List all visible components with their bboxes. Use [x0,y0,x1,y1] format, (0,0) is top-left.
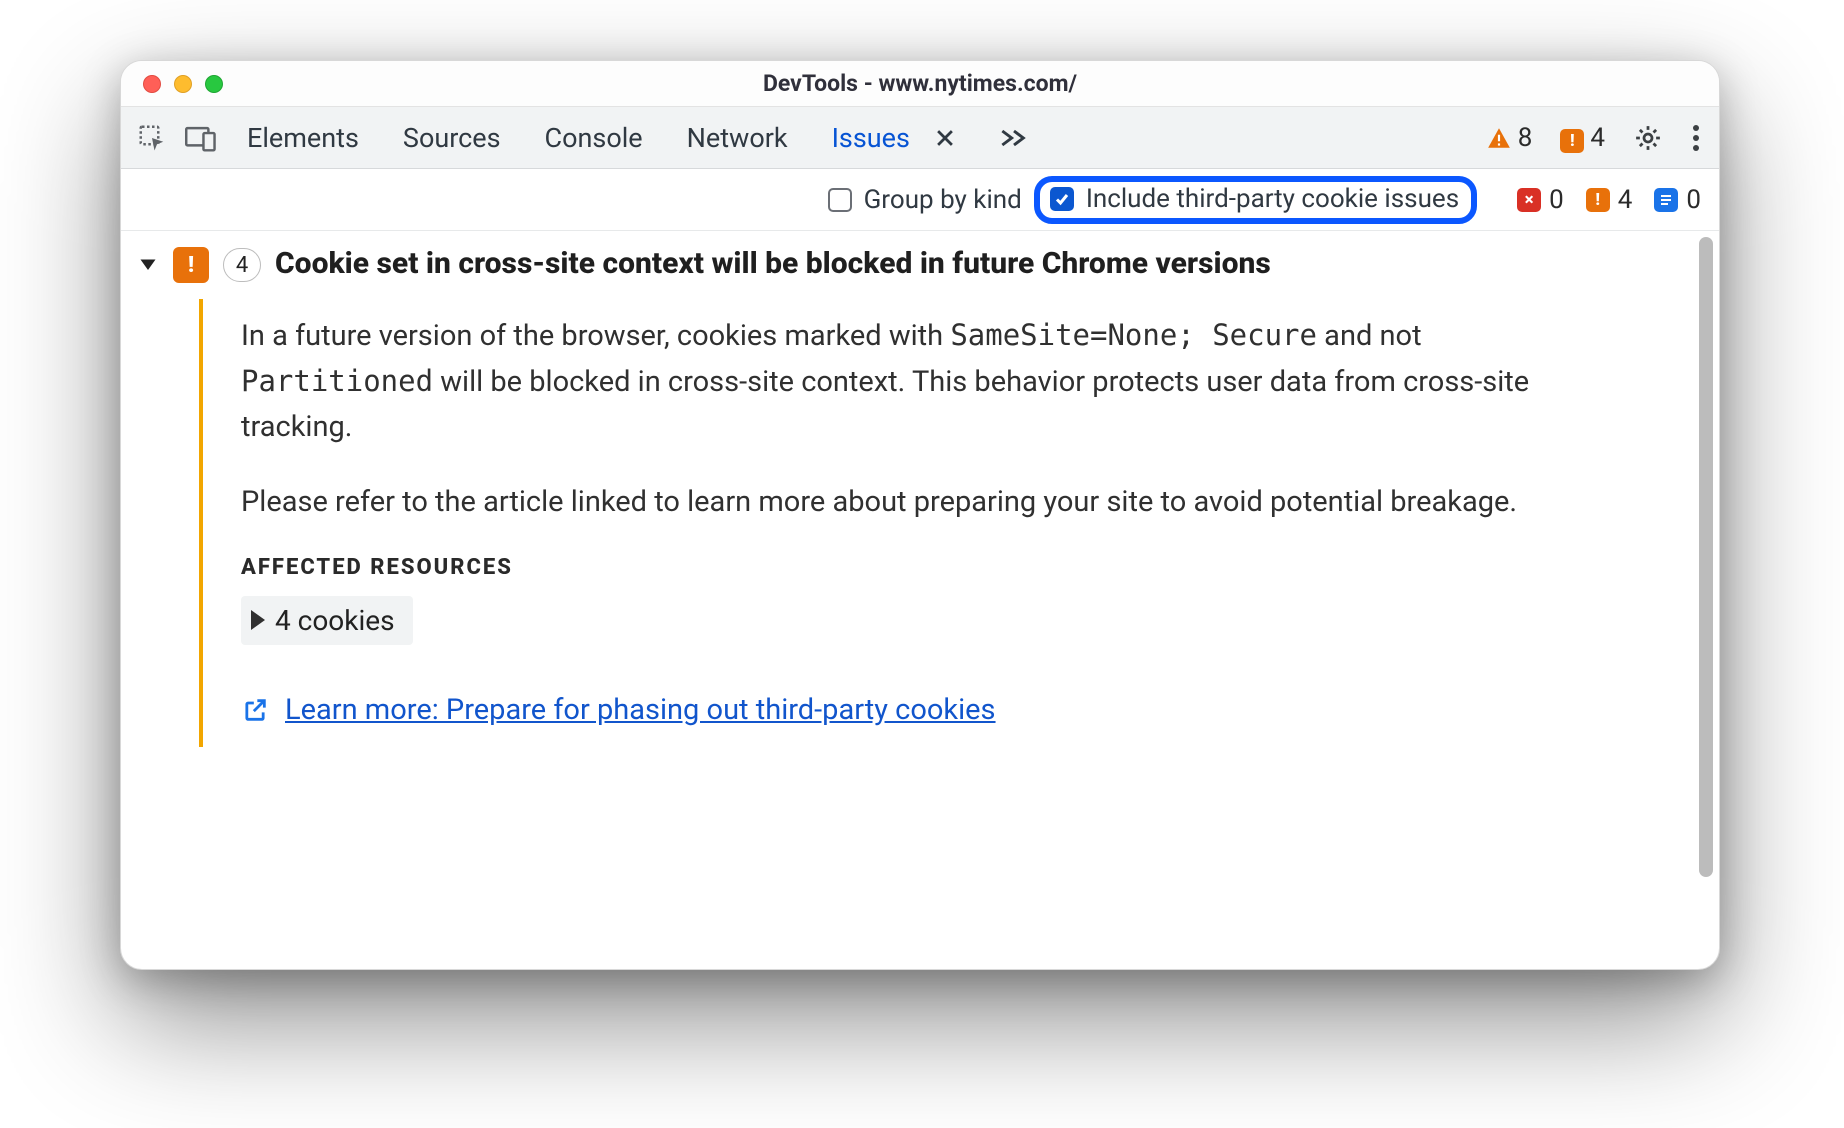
issues-filter-bar: Group by kind Include third-party cookie… [121,169,1719,231]
checkbox-icon [828,188,852,212]
more-menu-icon[interactable] [1691,123,1701,153]
learn-more-link[interactable]: Learn more: Prepare for phasing out thir… [285,693,996,727]
breaking-warnings-number: 4 [1618,185,1633,215]
affected-resources-toggle[interactable]: 4 cookies [241,596,413,645]
code-partitioned: Partitioned [241,364,433,398]
group-by-kind-checkbox[interactable]: Group by kind [828,185,1022,215]
hidden-errors-number: 0 [1549,185,1564,215]
info-count[interactable]: 0 [1654,185,1701,215]
error-square-icon: × [1517,188,1541,212]
disclosure-triangle-icon[interactable] [139,255,159,275]
issues-count: 4 [1590,123,1605,153]
window-title: DevTools - www.nytimes.com/ [121,70,1719,97]
devtools-window: DevTools - www.nytimes.com/ [120,60,1720,970]
tab-console[interactable]: Console [545,122,643,154]
breaking-warnings-count[interactable]: ! 4 [1586,185,1633,215]
affected-resources-header: AFFECTED RESOURCES [241,555,1695,580]
close-tab-icon[interactable] [934,127,956,149]
group-by-kind-label: Group by kind [864,185,1022,215]
tab-network[interactable]: Network [687,122,788,154]
tab-sources[interactable]: Sources [403,122,501,154]
issue-description-1: In a future version of the browser, cook… [241,313,1561,450]
expand-triangle-icon [251,610,265,630]
issues-count-badge[interactable]: ! 4 [1560,123,1605,153]
window-titlebar: DevTools - www.nytimes.com/ [121,61,1719,107]
info-square-icon [1654,188,1678,212]
devtools-toolbar: Elements Sources Console Network Issues … [121,107,1719,169]
issue-occurrence-count: 4 [223,248,261,282]
minimize-window-button[interactable] [174,75,192,93]
severity-warning-icon: ! [173,247,209,283]
close-window-button[interactable] [143,75,161,93]
tab-elements[interactable]: Elements [247,122,359,154]
traffic-lights [121,75,223,93]
text-segment: In a future version of the browser, cook… [241,319,950,353]
issue-title: Cookie set in cross-site context will be… [275,245,1271,283]
warning-square-icon: ! [1586,188,1610,212]
errors-count-badge[interactable]: 8 [1486,123,1533,153]
include-third-party-checkbox[interactable]: Include third-party cookie issues [1050,184,1459,214]
tab-issues[interactable]: Issues [832,122,910,154]
issue-header-row[interactable]: ! 4 Cookie set in cross-site context wil… [121,231,1719,289]
issues-panel-body: ! 4 Cookie set in cross-site context wil… [121,231,1719,969]
device-toolbar-icon[interactable] [185,123,217,153]
text-segment: and not [1317,319,1422,353]
hidden-errors-count[interactable]: × 0 [1517,185,1564,215]
errors-count: 8 [1518,123,1533,153]
checkbox-checked-icon [1050,187,1074,211]
settings-gear-icon[interactable] [1633,123,1663,153]
zoom-window-button[interactable] [205,75,223,93]
vertical-scrollbar[interactable] [1699,237,1713,877]
warning-triangle-icon [1486,125,1512,151]
external-link-icon [241,696,269,724]
more-tabs-icon[interactable] [1000,127,1028,149]
include-third-party-label: Include third-party cookie issues [1086,184,1459,214]
info-number: 0 [1686,185,1701,215]
issue-description-2: Please refer to the article linked to le… [241,480,1561,525]
issue-square-icon: ! [1560,123,1584,153]
text-segment: will be blocked in cross-site context. T… [241,365,1529,444]
issue-details: In a future version of the browser, cook… [199,299,1695,747]
include-third-party-highlight: Include third-party cookie issues [1034,176,1477,224]
inspect-element-icon[interactable] [137,123,167,153]
affected-resources-label: 4 cookies [275,604,395,637]
code-samesite: SameSite=None; Secure [950,318,1317,352]
